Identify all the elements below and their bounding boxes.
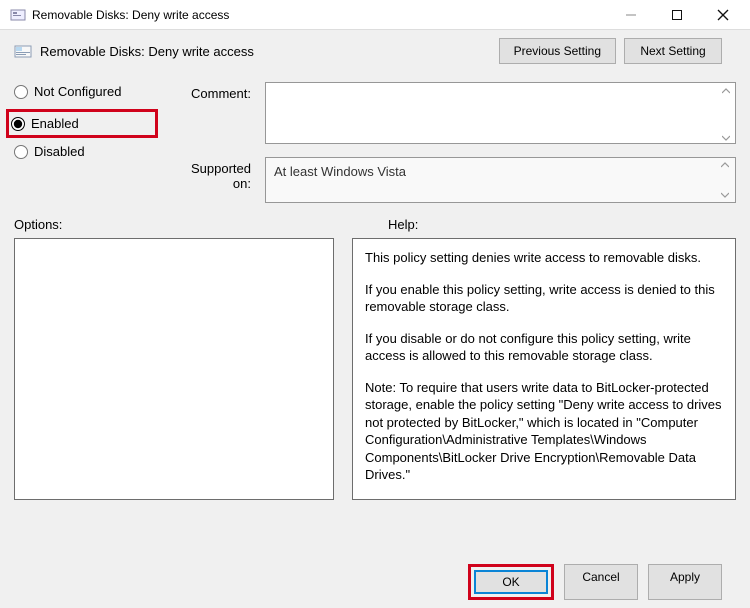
pane-labels: Options: Help: xyxy=(14,217,736,232)
supported-on-text: At least Windows Vista xyxy=(274,164,406,179)
chevron-up-icon[interactable] xyxy=(720,86,732,96)
supported-on-label: Supported on: xyxy=(172,157,257,203)
options-label: Options: xyxy=(14,217,388,232)
radio-disabled-label: Disabled xyxy=(34,144,85,159)
radio-enabled-input[interactable] xyxy=(11,117,25,131)
radio-not-configured-label: Not Configured xyxy=(34,84,121,99)
close-button[interactable] xyxy=(700,0,746,30)
nav-buttons: Previous Setting Next Setting xyxy=(499,38,736,64)
radio-disabled-input[interactable] xyxy=(14,145,28,159)
options-box xyxy=(14,238,334,500)
content: Removable Disks: Deny write access Previ… xyxy=(0,30,750,608)
policy-icon xyxy=(14,42,32,60)
policy-title: Removable Disks: Deny write access xyxy=(40,44,491,59)
config-section: Not Configured Enabled Disabled Comment: xyxy=(14,82,736,203)
window-title: Removable Disks: Deny write access xyxy=(32,8,608,22)
titlebar: Removable Disks: Deny write access xyxy=(0,0,750,30)
radio-not-configured-input[interactable] xyxy=(14,85,28,99)
window-icon xyxy=(10,7,26,23)
radio-enabled[interactable]: Enabled xyxy=(11,116,153,131)
highlight-enabled: Enabled xyxy=(6,109,158,138)
chevron-down-icon[interactable] xyxy=(720,133,732,143)
cancel-button[interactable]: Cancel xyxy=(564,564,638,600)
chevron-down-icon[interactable] xyxy=(719,190,731,200)
apply-button[interactable]: Apply xyxy=(648,564,722,600)
help-text-3: If you disable or do not configure this … xyxy=(365,330,723,365)
help-label: Help: xyxy=(388,217,736,232)
help-text-4: Note: To require that users write data t… xyxy=(365,379,723,484)
comment-label: Comment: xyxy=(172,82,257,147)
highlight-ok: OK xyxy=(468,564,554,600)
next-setting-button[interactable]: Next Setting xyxy=(624,38,722,64)
help-box: This policy setting denies write access … xyxy=(352,238,736,500)
panes: This policy setting denies write access … xyxy=(14,238,736,554)
comment-input[interactable] xyxy=(265,82,736,144)
supported-row: Supported on: At least Windows Vista xyxy=(172,157,736,203)
radio-enabled-label: Enabled xyxy=(31,116,79,131)
radio-disabled[interactable]: Disabled xyxy=(14,144,164,159)
supported-on-box: At least Windows Vista xyxy=(265,157,736,203)
minimize-button[interactable] xyxy=(608,0,654,30)
radio-column: Not Configured Enabled Disabled xyxy=(14,82,164,203)
previous-setting-button[interactable]: Previous Setting xyxy=(499,38,616,64)
ok-button[interactable]: OK xyxy=(474,570,548,594)
help-text-2: If you enable this policy setting, write… xyxy=(365,281,723,316)
header: Removable Disks: Deny write access Previ… xyxy=(14,38,736,64)
radio-not-configured[interactable]: Not Configured xyxy=(14,84,164,99)
window-controls xyxy=(608,0,746,30)
help-text-1: This policy setting denies write access … xyxy=(365,249,723,267)
footer: OK Cancel Apply xyxy=(14,564,736,600)
chevron-up-icon[interactable] xyxy=(719,160,731,170)
maximize-button[interactable] xyxy=(654,0,700,30)
